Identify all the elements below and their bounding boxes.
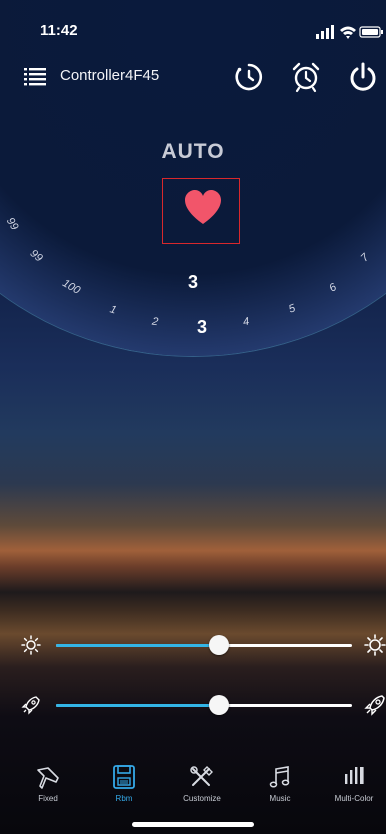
bars-icon — [345, 767, 364, 784]
brightness-thumb[interactable] — [208, 635, 229, 655]
tab-label: Customize — [183, 794, 221, 803]
brightness-fill — [56, 644, 219, 647]
speed-fill — [56, 704, 219, 707]
home-indicator[interactable] — [132, 822, 254, 827]
pin-icon — [37, 767, 59, 789]
tab-customize[interactable]: Customize — [164, 754, 240, 814]
brightness-slider[interactable] — [0, 630, 386, 660]
alarm-clock-icon[interactable] — [289, 60, 323, 94]
timer-icon[interactable] — [232, 60, 266, 94]
tab-music[interactable]: Music — [242, 754, 318, 814]
bottom-tab-bar: Fixed Rbm Customize Music Multi-Color — [0, 754, 386, 814]
customize-icon — [190, 766, 213, 786]
sun-large-icon — [364, 634, 386, 656]
menu-icon[interactable] — [24, 66, 46, 86]
brightness-track[interactable] — [56, 635, 352, 655]
tab-label: Rbm — [115, 794, 133, 803]
speed-thumb[interactable] — [208, 695, 229, 715]
speed-slider[interactable] — [0, 690, 386, 720]
status-indicators-icon — [316, 25, 383, 39]
save-icon — [113, 765, 135, 789]
heart-icon[interactable] — [183, 188, 223, 228]
top-header: Controller4F45 — [0, 58, 386, 98]
music-icon — [269, 766, 290, 788]
app-screen: 11:42 Controller4F45 AUTO 3 99 99 100 1 … — [0, 0, 386, 834]
rocket-large-icon — [364, 695, 385, 716]
device-name[interactable]: Controller4F45 — [60, 67, 159, 84]
tab-rbm[interactable]: Rbm — [86, 754, 162, 814]
power-icon[interactable] — [346, 60, 380, 94]
tab-label: Fixed — [38, 794, 58, 803]
tab-label: Music — [269, 794, 291, 803]
tab-multi-color[interactable]: Multi-Color — [316, 754, 386, 814]
status-bar: 11:42 — [0, 0, 386, 60]
sun-small-icon — [21, 635, 41, 655]
rocket-small-icon — [21, 696, 40, 715]
tab-label: Multi-Color — [334, 794, 374, 803]
status-time: 11:42 — [40, 22, 78, 39]
speed-track[interactable] — [56, 695, 352, 715]
dial-tick-selected[interactable]: 3 — [197, 317, 207, 338]
mode-label: AUTO — [161, 140, 225, 163]
tab-fixed[interactable]: Fixed — [10, 754, 86, 814]
